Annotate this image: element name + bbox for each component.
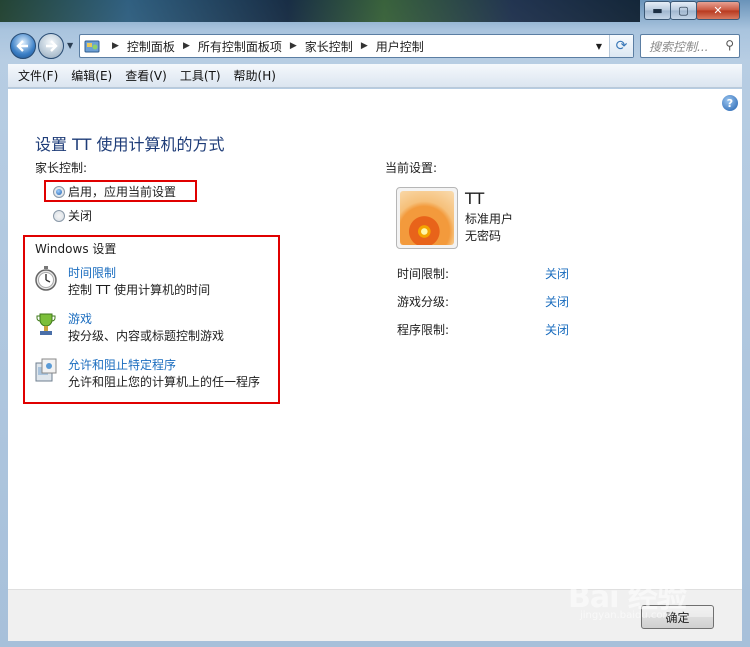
- status-key: 游戏分级:: [397, 295, 450, 309]
- stopwatch-icon: [35, 266, 57, 291]
- status-key: 程序限制:: [397, 323, 450, 337]
- games-link[interactable]: 游戏: [68, 311, 224, 328]
- status-value-link[interactable]: 关闭: [545, 321, 569, 338]
- address-dropdown-icon[interactable]: ▼: [591, 35, 607, 57]
- menu-bar: 文件(F) 编辑(E) 查看(V) 工具(T) 帮助(H): [8, 64, 742, 88]
- main-content: ? 设置 TT 使用计算机的方式 家长控制: 启用，应用当前设置 关闭 Wind…: [8, 89, 742, 589]
- status-game-ratings: 游戏分级: 关闭: [397, 293, 597, 310]
- window-frame: ▬ ▢ ✕ ▼ ▶ 控制面板 ▶ 所有控制面板项 ▶ 家长控制 ▶ 用户控制 ▼…: [0, 0, 750, 647]
- back-arrow-icon: [16, 40, 28, 52]
- footer-bar: 确定: [8, 589, 742, 641]
- trophy-icon: [36, 313, 56, 335]
- radio-enable[interactable]: 启用，应用当前设置: [53, 183, 176, 200]
- search-placeholder: 搜索控制...: [649, 39, 709, 54]
- user-type: 标准用户: [465, 212, 514, 226]
- radio-button[interactable]: [53, 209, 65, 222]
- games-desc: 按分级、内容或标题控制游戏: [68, 329, 225, 343]
- breadcrumb-all-items[interactable]: 所有控制面板项: [198, 38, 282, 55]
- forward-button[interactable]: [38, 33, 64, 59]
- breadcrumb: ▶ 控制面板 ▶ 所有控制面板项 ▶ 家长控制 ▶ 用户控制: [104, 38, 424, 55]
- page-title: 设置 TT 使用计算机的方式: [35, 135, 225, 154]
- minimize-button[interactable]: ▬: [644, 1, 671, 20]
- close-button[interactable]: ✕: [696, 1, 740, 20]
- status-value-link[interactable]: 关闭: [545, 265, 569, 282]
- help-icon[interactable]: ?: [722, 95, 738, 111]
- status-key: 时间限制:: [397, 267, 450, 281]
- maximize-button[interactable]: ▢: [670, 1, 697, 20]
- time-limits-desc: 控制 TT 使用计算机的时间: [68, 283, 211, 297]
- flower-picture-icon: [400, 191, 454, 245]
- menu-view[interactable]: 查看(V): [125, 67, 167, 84]
- status-time-limits: 时间限制: 关闭: [397, 265, 597, 282]
- windows-settings-heading: Windows 设置: [35, 242, 117, 256]
- menu-help[interactable]: 帮助(H): [234, 67, 276, 84]
- setting-time-limits: 时间限制 控制 TT 使用计算机的时间: [34, 265, 210, 299]
- radio-button-selected[interactable]: [53, 185, 65, 198]
- control-panel-icon: [84, 40, 100, 53]
- radio-enable-label: 启用，应用当前设置: [68, 185, 177, 199]
- breadcrumb-separator-icon[interactable]: ▶: [290, 41, 297, 51]
- menu-file[interactable]: 文件(F): [18, 67, 58, 84]
- parental-controls-label: 家长控制:: [35, 161, 88, 175]
- radio-disable-label: 关闭: [68, 209, 93, 223]
- menu-edit[interactable]: 编辑(E): [71, 67, 112, 84]
- navigation-bar: ▼ ▶ 控制面板 ▶ 所有控制面板项 ▶ 家长控制 ▶ 用户控制 ▼ ⟳ 搜索控…: [0, 30, 750, 62]
- address-bar[interactable]: ▶ 控制面板 ▶ 所有控制面板项 ▶ 家长控制 ▶ 用户控制 ▼ ⟳: [79, 34, 634, 58]
- breadcrumb-separator-icon[interactable]: ▶: [183, 41, 190, 51]
- current-settings-label: 当前设置:: [385, 161, 438, 175]
- time-limits-link[interactable]: 时间限制: [68, 265, 210, 282]
- setting-programs: 允许和阻止特定程序 允许和阻止您的计算机上的任一程序: [34, 357, 260, 391]
- forward-arrow-icon: [46, 40, 58, 52]
- status-value-link[interactable]: 关闭: [545, 293, 569, 310]
- menu-tools[interactable]: 工具(T): [180, 67, 221, 84]
- breadcrumb-separator-icon[interactable]: ▶: [112, 41, 119, 51]
- breadcrumb-separator-icon[interactable]: ▶: [361, 41, 368, 51]
- avatar: [396, 187, 458, 249]
- ok-button[interactable]: 确定: [641, 605, 714, 629]
- status-program-limits: 程序限制: 关闭: [397, 321, 597, 338]
- search-input[interactable]: 搜索控制... ⚲: [640, 34, 740, 58]
- recent-pages-dropdown[interactable]: ▼: [67, 41, 73, 50]
- breadcrumb-control-panel[interactable]: 控制面板: [127, 38, 175, 55]
- caption-buttons: ▬ ▢ ✕: [644, 1, 740, 20]
- breadcrumb-user-controls[interactable]: 用户控制: [376, 38, 424, 55]
- setting-games: 游戏 按分级、内容或标题控制游戏: [34, 311, 224, 345]
- programs-desc: 允许和阻止您的计算机上的任一程序: [68, 375, 261, 389]
- back-button[interactable]: [10, 33, 36, 59]
- breadcrumb-parental-controls[interactable]: 家长控制: [305, 38, 353, 55]
- refresh-icon[interactable]: ⟳: [609, 35, 633, 57]
- search-icon[interactable]: ⚲: [725, 38, 734, 52]
- desktop-background: [0, 0, 640, 22]
- user-password: 无密码: [465, 229, 502, 243]
- program-icon: [35, 358, 57, 382]
- radio-disable[interactable]: 关闭: [53, 207, 92, 224]
- programs-link[interactable]: 允许和阻止特定程序: [68, 357, 260, 374]
- user-name: TT: [465, 189, 485, 208]
